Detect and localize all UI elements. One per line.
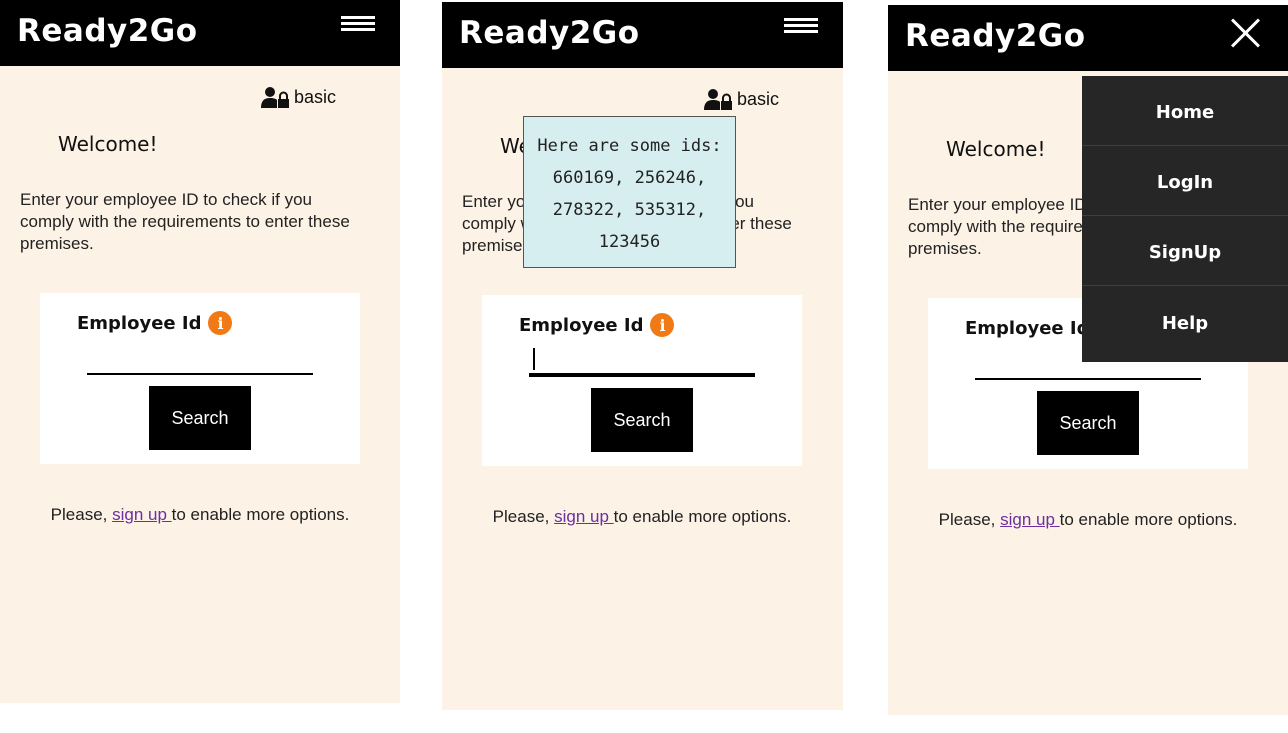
employee-id-label-row: Employee Id i	[77, 311, 233, 335]
search-card: Employee Id i Search	[482, 295, 802, 466]
signup-prefix: Please,	[492, 507, 555, 526]
signup-link[interactable]: sign up	[112, 505, 172, 524]
user-role-label: basic	[736, 88, 779, 109]
signup-note: Please, sign up to enable more options.	[40, 504, 360, 526]
signup-note: Please, sign up to enable more options.	[482, 506, 802, 528]
brand-logo[interactable]: Ready2Go	[17, 13, 198, 49]
screen-menu: Ready2Go Welcome! Enter your employee ID…	[888, 5, 1288, 715]
search-button[interactable]: Search	[1037, 391, 1139, 455]
text-caret	[533, 348, 535, 370]
brand-logo[interactable]: Ready2Go	[905, 18, 1086, 54]
welcome-heading: Welcome!	[58, 132, 158, 156]
search-card: Employee Id i Search	[40, 293, 360, 464]
signup-suffix: to enable more options.	[613, 507, 792, 526]
search-button[interactable]: Search	[591, 388, 693, 452]
brand-logo[interactable]: Ready2Go	[459, 15, 640, 51]
ids-tooltip: Here are some ids: 660169, 256246, 27832…	[523, 116, 736, 268]
search-button[interactable]: Search	[149, 386, 251, 450]
menu-item-help[interactable]: Help	[1082, 286, 1288, 356]
signup-prefix: Please,	[938, 510, 1001, 529]
user-role: basic	[703, 88, 779, 110]
user-role-label: basic	[293, 86, 336, 107]
info-icon[interactable]: i	[650, 313, 675, 337]
menu-item-home[interactable]: Home	[1082, 76, 1288, 146]
employee-id-label: Employee Id	[965, 317, 1090, 339]
signup-suffix: to enable more options.	[171, 505, 350, 524]
hamburger-menu-icon[interactable]	[784, 18, 818, 36]
header: Ready2Go	[0, 0, 400, 66]
info-icon[interactable]: i	[208, 311, 233, 335]
menu-item-signup[interactable]: SignUp	[1082, 216, 1288, 286]
employee-id-input[interactable]	[87, 349, 313, 375]
employee-id-label-row: Employee Id i	[519, 313, 675, 337]
signup-note: Please, sign up to enable more options.	[928, 509, 1248, 531]
header: Ready2Go	[888, 5, 1288, 71]
header: Ready2Go	[442, 2, 843, 68]
nav-menu: Home LogIn SignUp Help	[1082, 76, 1288, 362]
close-icon[interactable]	[1230, 17, 1262, 49]
employee-id-label: Employee Id	[77, 312, 202, 334]
user-lock-icon	[703, 89, 732, 110]
screen-default: Ready2Go basic Welcome! Enter your emplo…	[0, 0, 400, 703]
welcome-heading: Welcome!	[946, 137, 1046, 161]
hamburger-menu-icon[interactable]	[341, 16, 375, 34]
user-lock-icon	[260, 87, 289, 108]
signup-suffix: to enable more options.	[1059, 510, 1238, 529]
signup-link[interactable]: sign up	[554, 507, 614, 526]
instructions-text: Enter your employee ID to check if you c…	[20, 190, 350, 253]
employee-id-input[interactable]	[529, 351, 755, 377]
employee-id-label: Employee Id	[519, 314, 644, 336]
signup-prefix: Please,	[50, 505, 113, 524]
signup-link[interactable]: sign up	[1000, 510, 1060, 529]
screen-tooltip: Ready2Go basic Welcome! Enter your emplo…	[442, 2, 843, 710]
user-role: basic	[260, 86, 336, 108]
menu-item-login[interactable]: LogIn	[1082, 146, 1288, 216]
